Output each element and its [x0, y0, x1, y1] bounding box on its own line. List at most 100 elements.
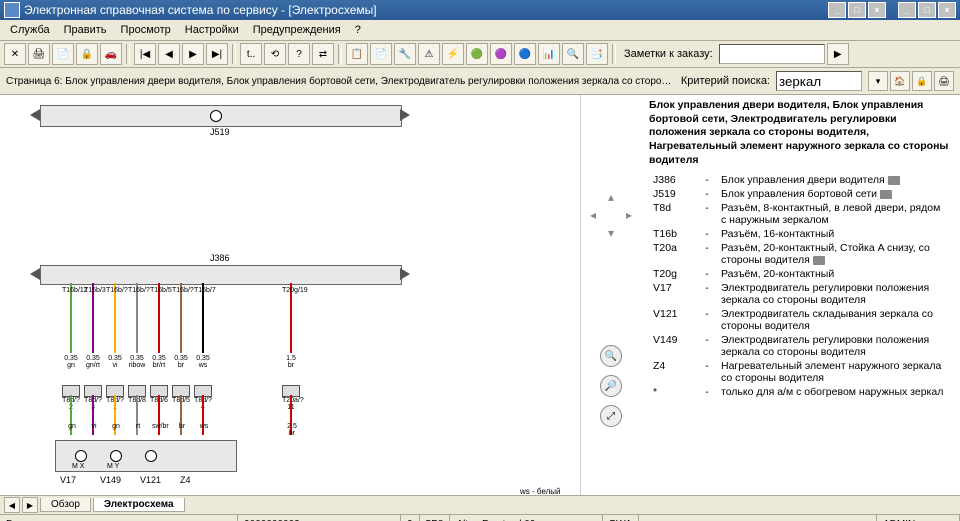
toolbar-btn-9[interactable]: ▶| — [206, 43, 228, 65]
toolbar-btn-8[interactable]: ▶ — [182, 43, 204, 65]
toolbar-btn-20[interactable]: ⚡ — [442, 43, 464, 65]
toolbar-btn-24[interactable]: 📊 — [538, 43, 560, 65]
toolbar-btn-3[interactable]: 🔒 — [76, 43, 98, 65]
zoom-out-icon[interactable]: 🔎 — [600, 375, 622, 397]
info-btn-0[interactable]: ▾ — [868, 71, 888, 91]
search-input[interactable] — [776, 71, 862, 91]
status-model: Altea Freetrack09-> — [450, 515, 603, 521]
tab-overview[interactable]: Обзор — [40, 498, 91, 512]
legend-header: Блок управления двери водителя, Блок упр… — [649, 99, 952, 167]
info-btn-2[interactable]: 🔒 — [912, 71, 932, 91]
status-docnum: 9000000002 — [238, 515, 401, 521]
toolbar-btn-13[interactable]: ? — [288, 43, 310, 65]
info-btn-1[interactable]: 🏠 — [890, 71, 910, 91]
tab-bar: ◀ ▶ Обзор Электросхема — [0, 495, 960, 514]
toolbar-btn-4[interactable]: 🚗 — [100, 43, 122, 65]
nav-right-icon[interactable]: ▸ — [622, 208, 636, 222]
toolbar-btn-2[interactable]: 📄 — [52, 43, 74, 65]
wire-gauge: 0.35br — [172, 355, 190, 369]
wire-pin-top: T16b/? — [128, 287, 146, 294]
wire-color-bot: rt — [130, 423, 146, 430]
wire-color-bot: sw/br — [152, 423, 168, 430]
camera-icon[interactable] — [888, 176, 900, 185]
toolbar-btn-11[interactable]: t.. — [240, 43, 262, 65]
wire-color-bot: vi — [86, 423, 102, 430]
menu-3[interactable]: Настройки — [179, 22, 245, 38]
zoom-fit-icon[interactable]: ⤢ — [600, 405, 622, 427]
arrow-left-icon — [30, 268, 40, 280]
legend-row: V149-Электродвигатель регулировки положе… — [649, 333, 952, 359]
toolbar-btn-7[interactable]: ◀ — [158, 43, 180, 65]
wire-pin-top: T16b/? — [106, 287, 124, 294]
order-input[interactable] — [719, 44, 825, 64]
legend-panel: Блок управления двери водителя, Блок упр… — [641, 95, 960, 495]
window-title: Электронная справочная система по сервис… — [24, 3, 828, 17]
nav-up-icon[interactable]: ▴ — [604, 190, 618, 204]
label-j386: J386 — [210, 253, 230, 263]
info-btn-3[interactable]: 🖨 — [934, 71, 954, 91]
legend-desc: Электродвигатель регулировки положения з… — [717, 281, 952, 307]
menu-5[interactable]: ? — [349, 22, 367, 38]
wire-gauge: 0.35gn — [62, 355, 80, 369]
legend-row: T20g-Разъём, 20-контактный — [649, 267, 952, 281]
menu-1[interactable]: Править — [58, 22, 113, 38]
doc-close-button[interactable]: × — [938, 2, 956, 18]
toolbar-btn-0[interactable]: ✕ — [4, 43, 26, 65]
legend-desc: Блок управления двери водителя — [717, 173, 952, 187]
order-label: Заметки к заказу: — [624, 48, 713, 60]
wire-pin-top: T20g/19 — [282, 287, 300, 294]
menu-0[interactable]: Служба — [4, 22, 56, 38]
camera-icon[interactable] — [813, 256, 825, 265]
wiring-diagram[interactable]: J519J386T16b/120.35gnT8d/?2gnT16b/30.35g… — [0, 95, 581, 495]
wire-pin-top: T16b/3 — [84, 287, 102, 294]
toolbar-btn-14[interactable]: ⇄ — [312, 43, 334, 65]
toolbar: ✕🖨📄🔒🚗|◀◀▶▶|t..⟲?⇄📋📄🔧⚠⚡🟢🟣🔵📊🔍📑Заметки к за… — [0, 41, 960, 68]
doc-minimize-button[interactable]: _ — [898, 2, 916, 18]
motor-x: M X — [72, 463, 84, 470]
legend-key: Z4 — [649, 359, 697, 385]
legend-desc: Блок управления бортовой сети — [717, 187, 952, 201]
legend-row: V121-Электродвигатель складывания зеркал… — [649, 307, 952, 333]
toolbar-btn-26[interactable]: 📑 — [586, 43, 608, 65]
label-V121: V121 — [140, 475, 161, 485]
maximize-button[interactable]: □ — [848, 2, 866, 18]
doc-maximize-button[interactable]: □ — [918, 2, 936, 18]
nav-down-icon[interactable]: ▾ — [604, 226, 618, 240]
wire-color-bot: ws — [196, 423, 212, 430]
legend-key: V17 — [649, 281, 697, 307]
toolbar-btn-21[interactable]: 🟢 — [466, 43, 488, 65]
zoom-in-icon[interactable]: 🔍 — [600, 345, 622, 367]
tab-schematic[interactable]: Электросхема — [93, 498, 185, 512]
toolbar-btn-19[interactable]: ⚠ — [418, 43, 440, 65]
tab-prev-button[interactable]: ◀ — [4, 497, 20, 513]
titlebar: Электронная справочная система по сервис… — [0, 0, 960, 20]
toolbar-btn-22[interactable]: 🟣 — [490, 43, 512, 65]
wire-pin-top: T16b/12 — [62, 287, 80, 294]
order-go-button[interactable]: ▶ — [827, 43, 849, 65]
toolbar-btn-1[interactable]: 🖨 — [28, 43, 50, 65]
toolbar-btn-16[interactable]: 📋 — [346, 43, 368, 65]
close-button[interactable]: × — [868, 2, 886, 18]
legend-row: V17-Электродвигатель регулировки положен… — [649, 281, 952, 307]
wire-gauge: 0.35br/rt — [150, 355, 168, 369]
motor-y: M Y — [107, 463, 119, 470]
minimize-button[interactable]: _ — [828, 2, 846, 18]
legend-key: T20g — [649, 267, 697, 281]
camera-icon[interactable] — [880, 190, 892, 199]
tab-next-button[interactable]: ▶ — [22, 497, 38, 513]
menu-4[interactable]: Предупреждения — [247, 22, 347, 38]
circle-marker — [210, 110, 222, 122]
toolbar-btn-23[interactable]: 🔵 — [514, 43, 536, 65]
toolbar-btn-18[interactable]: 🔧 — [394, 43, 416, 65]
toolbar-btn-12[interactable]: ⟲ — [264, 43, 286, 65]
menu-2[interactable]: Просмотр — [115, 22, 177, 38]
toolbar-btn-6[interactable]: |◀ — [134, 43, 156, 65]
wire-color-bot: gn — [108, 423, 124, 430]
legend-row: J386-Блок управления двери водителя — [649, 173, 952, 187]
nav-left-icon[interactable]: ◂ — [586, 208, 600, 222]
wire-color-bot: gn — [64, 423, 80, 430]
toolbar-btn-17[interactable]: 📄 — [370, 43, 392, 65]
legend-row: T20a-Разъём, 20-контактный, Стойка A сни… — [649, 241, 952, 267]
app-icon — [4, 2, 20, 18]
toolbar-btn-25[interactable]: 🔍 — [562, 43, 584, 65]
